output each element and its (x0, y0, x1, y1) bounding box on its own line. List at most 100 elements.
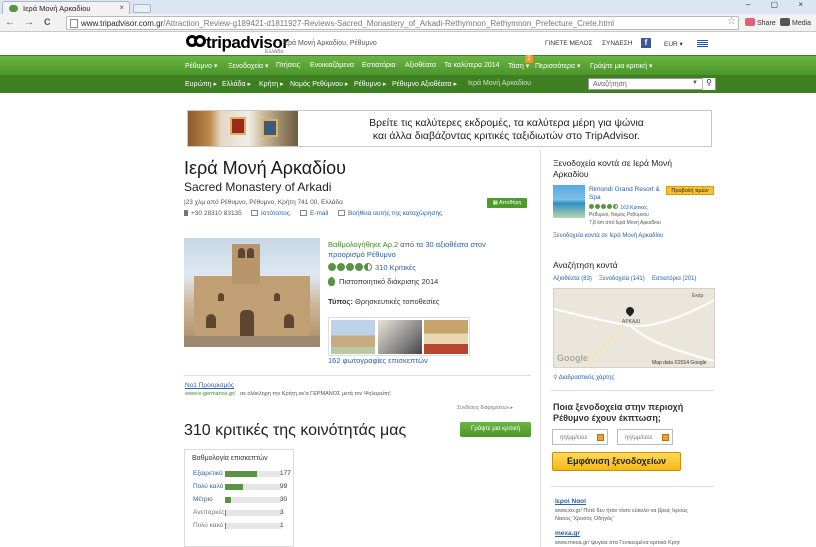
nav-item-restaurants[interactable]: Εστιατόρια (362, 62, 396, 69)
rating-bar-fill (225, 471, 257, 477)
bubble-icon (328, 263, 336, 271)
half-bubble-icon (364, 263, 372, 271)
ad-text: www.e-germanos.gr/ σε ολόκληρη την Κρήτη… (185, 391, 391, 397)
calendar-icon[interactable] (662, 434, 669, 441)
save-button[interactable]: ▦ Αποθήκη (487, 198, 527, 208)
thumbnail[interactable] (331, 320, 375, 354)
nearby-hotels-link[interactable]: Ξενοδοχεία κοντά σε Ιερά Μονή Αρκαδίου (553, 233, 663, 239)
ad-title-link[interactable]: Νο1 Προορισμός (185, 382, 234, 389)
breadcrumb-europe[interactable]: Ευρώπη ▸ (185, 80, 217, 88)
nav-item-attractions[interactable]: Αξιοθέατα (405, 62, 436, 69)
ad-choices-link[interactable]: Συνδέσεις διαφημίσεων ▸ (457, 405, 513, 411)
media-extension[interactable]: Media (780, 18, 811, 27)
chevron-down-icon[interactable]: ▼ (692, 80, 698, 86)
hotel-photo[interactable] (553, 185, 585, 218)
map-label: ΑΡΚΑΔΙ (622, 319, 641, 325)
facebook-icon[interactable]: f (641, 38, 651, 48)
rating-bar-fill (225, 510, 227, 516)
write-review-button[interactable]: Γράψτε μια κριτική (460, 422, 531, 437)
hotel-deals-question: Ποια ξενοδοχεία στην περιοχή Ρέθυμνο έχο… (553, 402, 684, 423)
bubble-icon (607, 204, 612, 209)
address-bar: ← → C www.tripadvisor.com.gr/Attraction_… (0, 14, 816, 32)
hotel-name-link[interactable]: Rimondi Grand Resort & Spa (589, 186, 667, 202)
nav-item-more[interactable]: Περισσότερα ▾ (535, 62, 581, 70)
nav-item-rentals[interactable]: Ενοικιαζόμενα (310, 62, 354, 69)
promo-banner[interactable]: Βρείτε τις καλύτερες εκδρομές, τα καλύτε… (187, 110, 712, 147)
heart-icon (745, 18, 755, 26)
forward-icon[interactable]: → (24, 17, 34, 28)
sidebar-ad2-text: www.mexa.gr/ ψυγεία στα Γενικευμένα κριτ… (555, 540, 680, 546)
email-link[interactable]: E-mail (300, 210, 328, 217)
sidebar-ad1-title[interactable]: Ιεροί Ναοί (555, 498, 586, 505)
rating-bar (225, 471, 281, 477)
window-shape (274, 293, 280, 301)
share-extension[interactable]: Share (745, 18, 776, 27)
photos-link[interactable]: 162 φωτογραφίες επισκεπτών (328, 356, 428, 365)
rating-bar-fill (225, 484, 243, 490)
page-subtitle: Sacred Monastery of Arkadi (184, 180, 332, 194)
nearby-attractions-link[interactable]: Αξιοθέατα (83) (553, 276, 592, 282)
nav-item-rethymno[interactable]: Ρέθυμνο ▾ (185, 62, 217, 70)
divider (551, 486, 714, 487)
painting-shape (262, 119, 278, 137)
magnifier-icon: ⚲ (553, 375, 558, 381)
rating-row-excellent[interactable]: Εξαιρετικό 177 (193, 470, 303, 477)
rating-row-very-good[interactable]: Πολύ καλό 99 (193, 483, 303, 490)
nearby-restaurants-link[interactable]: Εστιατόρια (201) (652, 276, 696, 282)
sidebar-divider (540, 150, 541, 547)
rating-row-terrible: Πολύ κακό 1 (193, 522, 284, 529)
nav-item-write-review[interactable]: Γράψτε μια κριτική ▾ (590, 62, 653, 70)
banner-text: Βρείτε τις καλύτερες εκδρομές, τα καλύτε… (300, 117, 713, 143)
new-tab-button[interactable] (133, 4, 151, 13)
door-shape (240, 310, 254, 336)
nav-item-best-2014[interactable]: Τα καλύτερα 2014 (444, 62, 500, 69)
join-link[interactable]: ΓΙΝΕΤΕ ΜΕΛΟΣ (545, 40, 593, 47)
owl-icon (328, 277, 335, 286)
calendar-icon[interactable] (597, 434, 604, 441)
search-icon[interactable]: ⚲ (702, 78, 715, 90)
rating-bar (225, 523, 281, 529)
rating-bar (225, 484, 281, 490)
nav-item-flights[interactable]: Πτήσεις (276, 62, 300, 69)
back-icon[interactable]: ← (5, 17, 15, 28)
main-photo[interactable] (184, 238, 320, 347)
map-place: Εκάρ (692, 293, 704, 299)
reload-icon[interactable]: C (44, 17, 51, 27)
login-link[interactable]: ΣΥΝΔΕΣΗ (602, 40, 632, 47)
breadcrumb-attractions[interactable]: Ρέθυμνο Αξιοθέατα ▸ (392, 80, 457, 88)
url-path: /Attraction_Review-g189421-d1811927-Revi… (163, 19, 615, 28)
reviews-heading: 310 κριτικές της κοινότητάς μας (184, 422, 407, 439)
website-link[interactable]: Ιστότοπος (251, 210, 290, 217)
map[interactable]: ΑΡΚΑΔΙ Εκάρ Google Map data ©2014 Google (553, 288, 715, 368)
browser-tab[interactable]: Ιερά Μονή Αρκαδίου × (2, 1, 130, 14)
improve-listing-link[interactable]: Βοήθεια αυτής της καταχώρησης (338, 210, 442, 217)
window-controls[interactable]: – ▢ × (746, 0, 812, 9)
thumbnail[interactable] (424, 320, 468, 354)
checkout-field[interactable]: ηη/μμ/εεεε (617, 429, 673, 445)
page-icon (70, 19, 78, 28)
breadcrumb-greece[interactable]: Ελλάδα ▸ (222, 80, 251, 88)
bubble-icon (355, 263, 363, 271)
url-field[interactable]: www.tripadvisor.com.gr/Attraction_Review… (66, 16, 739, 30)
checkin-field[interactable]: ηη/μμ/εεεε (552, 429, 608, 445)
breadcrumb-rethymno[interactable]: Ρέθυμνο ▸ (354, 80, 386, 88)
thumbnail[interactable] (378, 320, 422, 354)
search-placeholder: Αναζήτηση (593, 81, 627, 88)
nearby-hotels-count-link[interactable]: Ξενοδοχεία (141) (599, 276, 645, 282)
interactive-map-link[interactable]: ⚲ Διαδραστικός χάρτης (553, 374, 614, 381)
nav-item-hotels[interactable]: Ξενοδοχεία ▾ (228, 62, 269, 70)
sidebar-ad2-title[interactable]: mexa.gr (555, 530, 580, 537)
currency-select[interactable]: EUR ▾ (664, 40, 683, 48)
breadcrumb-crete[interactable]: Κρήτη ▸ (259, 80, 284, 88)
view-prices-button[interactable]: Προβολή τιμών (666, 186, 714, 195)
nav-item-trend[interactable]: Τάση ▾ (508, 62, 529, 70)
greek-flag-icon[interactable] (697, 40, 708, 48)
show-hotels-button[interactable]: Εμφάνιση ξενοδοχείων (552, 452, 681, 471)
divider (184, 375, 531, 376)
close-tab-icon[interactable]: × (119, 3, 124, 12)
breadcrumb-prefecture[interactable]: Νομός Ρεθύμνου ▸ (290, 80, 348, 88)
bookmark-star-icon[interactable]: ☆ (727, 16, 736, 27)
rating-row-average[interactable]: Μέτριο 30 (193, 496, 303, 503)
reviews-count-link[interactable]: 310 Κριτικές (375, 263, 416, 272)
search-input[interactable]: Αναζήτηση ▼ ⚲ (588, 78, 716, 90)
